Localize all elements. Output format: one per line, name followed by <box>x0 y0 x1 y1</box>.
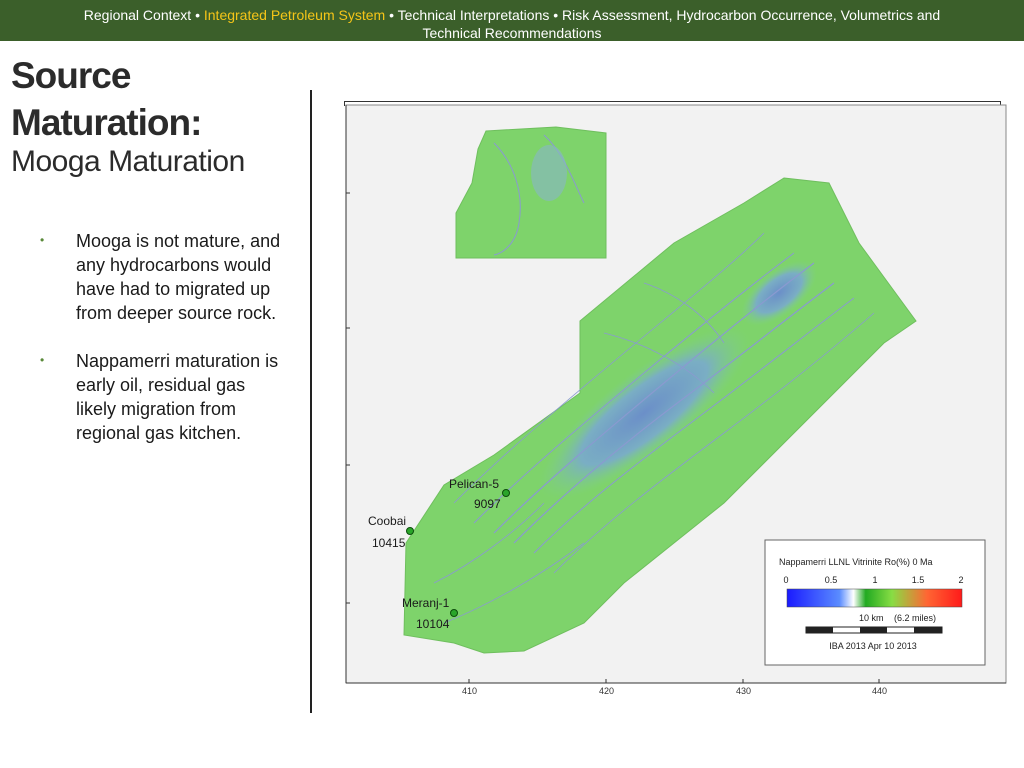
nav-technical-interpretations[interactable]: • Technical Interpretations • Risk Asses… <box>389 7 940 23</box>
north-survey-block <box>455 126 607 259</box>
maturation-map-svg: 6950 6940 6930 6920 Pelican-5 9097 Cooba… <box>326 104 1007 684</box>
x-tick-label: 410 <box>462 686 478 696</box>
well-value: 9097 <box>474 497 501 511</box>
x-tick-label: 420 <box>599 686 615 696</box>
slide-title-line-2: Maturation: <box>11 102 202 143</box>
header-nav-line-2: Technical Recommendations <box>0 24 1024 42</box>
well-marker[interactable] <box>502 489 510 497</box>
well-marker[interactable] <box>406 527 414 535</box>
contour-low <box>531 145 567 201</box>
legend-title: Nappamerri LLNL Vitrinite Ro(%) 0 Ma <box>779 557 933 567</box>
bullet-text: Mooga is not mature, and any hydrocarbon… <box>76 231 281 323</box>
header-bar: Regional Context • Integrated Petroleum … <box>0 0 1024 41</box>
legend-tick: 0 <box>783 575 788 585</box>
well-name: Coobai <box>368 514 406 528</box>
map-legend: Nappamerri LLNL Vitrinite Ro(%) 0 Ma 0 0… <box>764 539 986 666</box>
legend-tick: 2 <box>958 575 963 585</box>
well-value: 10104 <box>416 617 450 631</box>
legend-tick: 1.5 <box>912 575 925 585</box>
x-tick-label: 440 <box>872 686 888 696</box>
legend-footer: IBA 2013 Apr 10 2013 <box>829 641 917 651</box>
vertical-divider <box>310 90 312 713</box>
well-value: 10415 <box>372 536 406 550</box>
bullet-item: • Mooga is not mature, and any hydrocarb… <box>40 229 290 325</box>
legend-tick: 1 <box>872 575 877 585</box>
bullet-dot-icon: • <box>40 353 45 367</box>
well-name: Pelican-5 <box>449 477 499 491</box>
header-nav-line-1: Regional Context • Integrated Petroleum … <box>0 6 1024 24</box>
x-tick-label: 430 <box>736 686 752 696</box>
legend-color-bar <box>786 588 963 608</box>
legend-scale-alt: (6.2 miles) <box>894 613 936 623</box>
nav-regional-context[interactable]: Regional Context • <box>84 7 200 23</box>
nav-technical-recommendations[interactable]: Technical Recommendations <box>423 25 602 41</box>
slide-title-line-1: Source <box>11 55 131 96</box>
title-block: Source Maturation: Mooga Maturation <box>11 52 301 180</box>
bullet-list: • Mooga is not mature, and any hydrocarb… <box>40 229 290 469</box>
maturation-map: 6950 6940 6930 6920 Pelican-5 9097 Cooba… <box>326 103 1008 696</box>
well-name: Meranj-1 <box>402 596 450 610</box>
well-marker[interactable] <box>450 609 458 617</box>
legend-tick: 0.5 <box>825 575 838 585</box>
x-axis-labels: 410 420 430 440 <box>344 686 1008 700</box>
bullet-text: Nappamerri maturation is early oil, resi… <box>76 351 279 443</box>
nav-integrated-petroleum-system[interactable]: Integrated Petroleum System <box>204 7 385 23</box>
legend-scale-text: 10 km <box>859 613 884 623</box>
slide-subtitle: Mooga Maturation <box>11 145 245 178</box>
bullet-dot-icon: • <box>40 233 45 247</box>
bullet-item: • Nappamerri maturation is early oil, re… <box>40 349 290 445</box>
